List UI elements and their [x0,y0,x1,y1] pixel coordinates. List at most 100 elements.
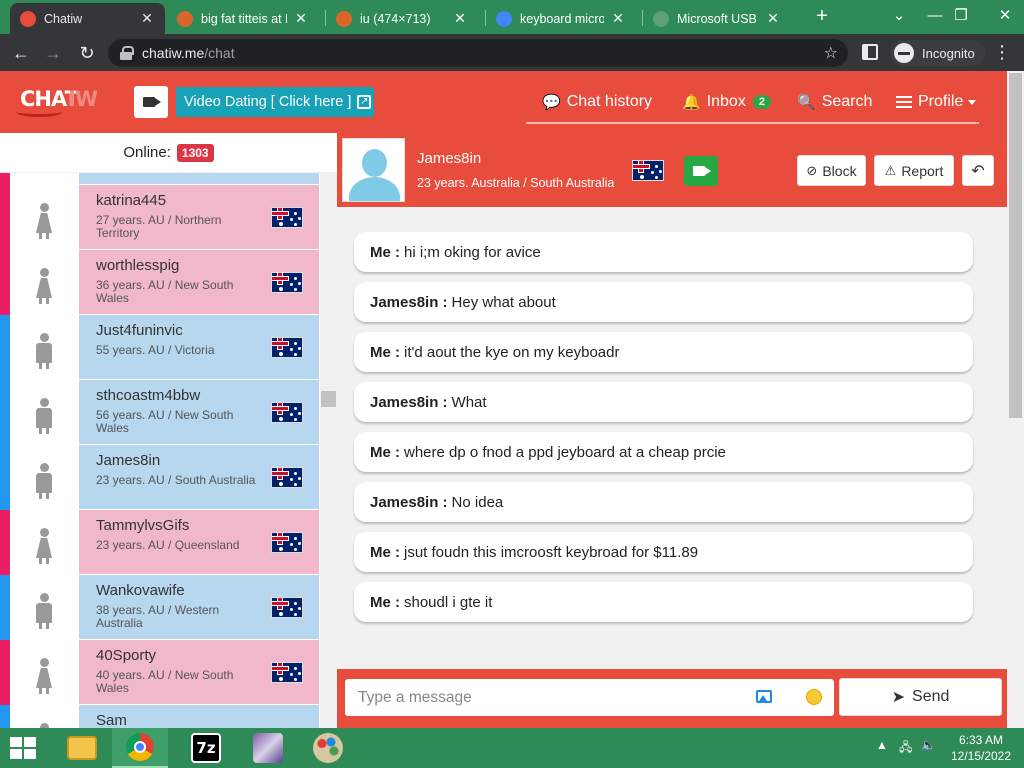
message-list-scrollbar[interactable] [989,207,1007,669]
peer-name[interactable]: James8in [417,150,481,167]
reload-icon[interactable]: ↻ [74,40,100,66]
user-card[interactable]: 40Sporty 40 years. AU / New South Wales [79,640,319,704]
gender-stripe [0,380,10,445]
tab-close-icon[interactable]: ✕ [139,10,155,27]
network-icon[interactable]: 🖧 [899,738,912,759]
user-row-partial[interactable] [0,173,320,185]
message-text: it'd aout the kye on my keyboadr [404,343,620,361]
user-row[interactable]: worthlesspig 36 years. AU / New South Wal… [0,250,320,315]
browser-tab[interactable]: Microsoft USB W ✕ [643,3,791,34]
tab-title: keyboard microsc [520,11,604,26]
user-name: Just4funinvic [96,322,183,339]
browser-tab[interactable]: iu (474×713) ✕ [326,3,478,34]
taskbar-clock[interactable]: 6:33 AM 12/15/2022 [948,732,1014,764]
australia-flag-icon [271,662,303,683]
7zip-taskbar-icon[interactable]: 7z [178,728,234,768]
page-scrollbar[interactable] [1007,71,1024,728]
user-card[interactable]: sthcoastm4bbw 56 years. AU / New South Wa… [79,380,319,444]
user-row[interactable]: Sam [0,705,320,728]
report-button[interactable]: ⚠ Report [874,155,954,186]
online-count-badge: 1303 [176,143,214,162]
ban-icon: ⊘ [806,162,818,178]
page-scroll-thumb[interactable] [1009,73,1022,418]
lock-icon[interactable] [120,46,134,60]
volume-icon[interactable]: 🔈 [921,738,936,752]
user-list[interactable]: katrina445 27 years. AU / Northern Territ… [0,173,320,728]
message-text: What [451,393,487,411]
close-window-button[interactable]: ✕ [990,4,1020,28]
user-row[interactable]: 40Sporty 40 years. AU / New South Wales [0,640,320,705]
windows-start-icon[interactable] [10,737,36,759]
user-card[interactable]: Wankovawife 38 years. AU / Western Austra… [79,575,319,639]
chatiw-logo[interactable]: CHAT IW [16,85,98,117]
nav-search[interactable]: 🔍 Search [797,86,872,118]
message-text: No idea [451,493,504,511]
nav-chat-history-label: Chat history [566,93,653,110]
female-person-icon [35,268,53,304]
side-panel-icon[interactable] [862,44,878,60]
forward-icon[interactable]: → [40,40,66,66]
send-button[interactable]: ➤ Send [839,678,1002,716]
tray-chevron-icon[interactable]: ▲ [876,738,888,752]
message-sender: Me : [370,243,400,261]
user-row[interactable]: Wankovawife 38 years. AU / Western Austra… [0,575,320,640]
emoji-icon[interactable] [806,689,822,705]
user-row[interactable]: TammylvsGifs 23 years. AU / Queensland [0,510,320,575]
paint-taskbar-icon[interactable] [300,728,356,768]
user-name: Sam [96,712,127,728]
browser-tab[interactable]: big fat titteis at D ✕ [167,3,319,34]
male-person-icon [35,463,53,499]
user-details: 36 years. AU / New South Wales [96,278,234,305]
address-bar[interactable]: chatiw.me/chat ☆ [108,39,848,67]
browser-toolbar: ← → ↻ chatiw.me/chat ☆ Incognito ⋮ [0,34,1024,71]
bookmark-star-icon[interactable]: ☆ [824,43,838,63]
nav-chat-history[interactable]: 💬 Chat history [542,86,652,118]
user-row[interactable]: katrina445 27 years. AU / Northern Territ… [0,185,320,250]
video-chat-button[interactable] [134,86,168,118]
user-card[interactable]: katrina445 27 years. AU / Northern Territ… [79,185,319,249]
user-row[interactable]: James8in 23 years. AU / South Australia [0,445,320,510]
user-list-scroll-thumb[interactable] [321,391,336,407]
user-card[interactable]: TammylvsGifs 23 years. AU / Queensland [79,510,319,574]
back-reply-button[interactable]: ↶ [962,155,994,186]
browser-tab[interactable]: Chatiw ✕ [10,3,165,34]
image-upload-icon[interactable] [756,690,772,703]
peer-avatar[interactable] [342,138,405,202]
sliders-icon [896,96,912,108]
message-list[interactable]: Me : hi i;m oking for avice James8in : Hey … [337,207,989,669]
file-explorer-taskbar-icon[interactable] [54,728,110,768]
chat-message: James8in : No idea [354,482,973,522]
user-avatar [10,705,79,728]
gender-stripe [0,445,10,510]
restore-button[interactable]: ❐ [946,4,976,28]
user-list-scrollbar[interactable] [320,173,337,728]
chrome-taskbar-icon[interactable] [112,728,168,768]
incognito-label: Incognito [922,45,975,61]
video-dating-button[interactable]: Video Dating [ Click here ] ↗ [176,87,374,117]
browser-tab[interactable]: keyboard microsc ✕ [486,3,636,34]
browser-menu-icon[interactable]: ⋮ [992,43,1012,61]
incognito-indicator[interactable]: Incognito [890,40,985,66]
user-name: TammylvsGifs [96,517,190,534]
user-details: 38 years. AU / Western Australia [96,603,220,630]
tab-close-icon[interactable]: ✕ [765,10,781,27]
australia-flag-icon [271,272,303,293]
tab-close-icon[interactable]: ✕ [610,10,626,27]
user-card[interactable]: Sam [79,705,319,728]
peer-video-call-button[interactable] [684,156,718,186]
user-name: James8in [96,452,161,469]
tab-search-icon[interactable]: ⌄ [884,4,914,28]
new-tab-button[interactable]: + [810,5,834,29]
user-card[interactable]: James8in 23 years. AU / South Australia [79,445,319,509]
user-row[interactable]: sthcoastm4bbw 56 years. AU / New South Wa… [0,380,320,445]
winrar-taskbar-icon[interactable] [240,728,296,768]
block-button[interactable]: ⊘ Block [797,155,866,186]
user-row[interactable]: Just4funinvic 55 years. AU / Victoria [0,315,320,380]
user-card[interactable]: Just4funinvic 55 years. AU / Victoria [79,315,319,379]
nav-inbox[interactable]: 🔔 Inbox 2 [682,86,771,118]
user-card[interactable]: worthlesspig 36 years. AU / New South Wal… [79,250,319,314]
nav-profile[interactable]: Profile [896,86,977,118]
tab-close-icon[interactable]: ✕ [293,10,309,27]
tab-close-icon[interactable]: ✕ [452,10,468,27]
back-icon[interactable]: ← [8,40,34,66]
